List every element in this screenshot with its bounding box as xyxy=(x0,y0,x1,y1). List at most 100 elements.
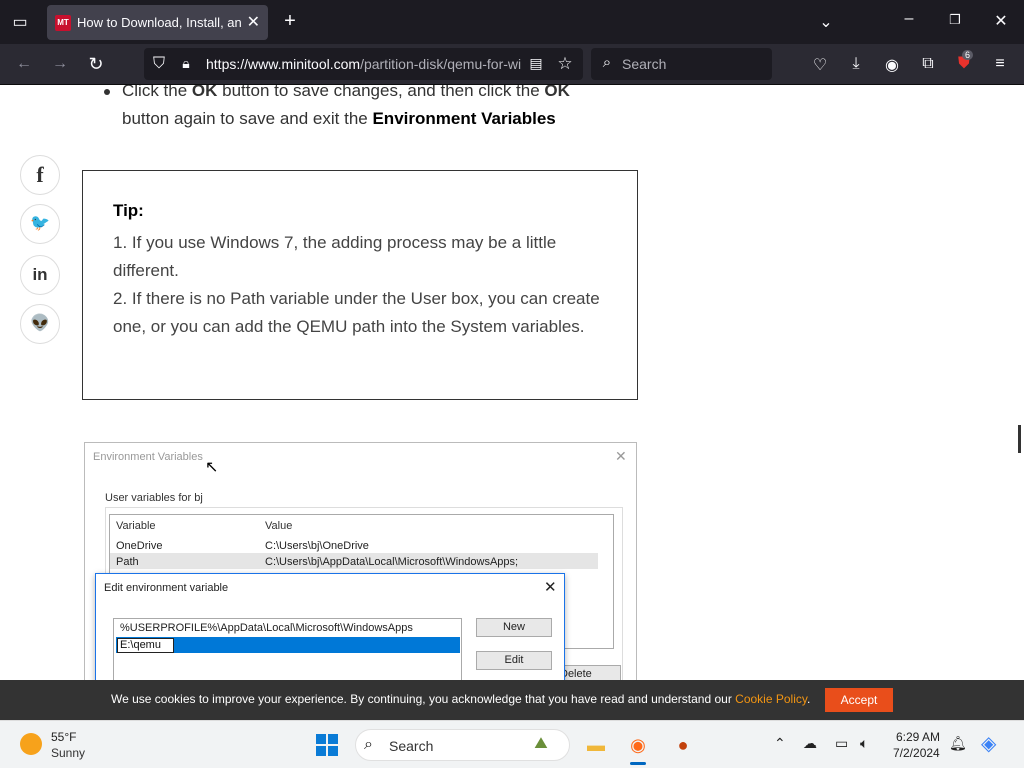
bullet-text-3: button again to save and exit the xyxy=(122,109,373,128)
url-path: /partition-disk/qemu-for-windows.html xyxy=(360,56,521,72)
taskbar-search-label: Search xyxy=(389,738,434,754)
edit-dialog-title: Edit environment variable xyxy=(104,582,229,594)
tip-line-2: 2. If there is no Path variable under th… xyxy=(113,289,600,336)
env-window-title: Environment Variables xyxy=(93,451,203,463)
table-row-value: C:\Users\bj\AppData\Local\Microsoft\Wind… xyxy=(265,556,519,568)
linkedin-icon: in xyxy=(32,265,48,284)
facebook-share-button[interactable]: f xyxy=(20,155,60,195)
accept-cookies-button[interactable]: Accept xyxy=(825,688,893,712)
bullet-ok-2: OK xyxy=(544,85,570,100)
active-app-indicator xyxy=(630,762,646,765)
bullet-ok-1: OK xyxy=(191,85,218,100)
minitool-favicon-icon: MT xyxy=(55,15,71,31)
menu-hamburger-icon[interactable]: ≡ xyxy=(990,55,1010,73)
cookie-text: We use cookies to improve your experienc… xyxy=(111,692,736,706)
twitter-share-button[interactable]: 🐦 xyxy=(20,204,60,244)
table-row-value: C:\Users\bj\OneDrive xyxy=(265,540,369,552)
tip-line-1: 1. If you use Windows 7, the adding proc… xyxy=(113,233,557,280)
user-variables-label: User variables for bj xyxy=(105,492,203,504)
clock-time[interactable]: 6:29 AM xyxy=(896,730,940,744)
path-entry: %USERPROFILE%\AppData\Local\Microsoft\Wi… xyxy=(120,622,413,634)
reload-icon[interactable]: ↻ xyxy=(86,54,106,75)
column-header-variable: Variable xyxy=(116,520,156,532)
reader-view-icon[interactable]: ▤ xyxy=(527,55,545,72)
new-button: New xyxy=(476,618,552,637)
cookie-banner: We use cookies to improve your experienc… xyxy=(0,680,1024,720)
tip-box: Tip: 1. If you use Windows 7, the adding… xyxy=(82,170,638,400)
pocket-icon[interactable]: ♡ xyxy=(810,55,830,75)
reddit-share-button[interactable]: 👽 xyxy=(20,304,60,344)
env-close-icon: ✕ xyxy=(615,448,627,464)
show-hidden-icons-icon[interactable]: ⌃ xyxy=(774,735,786,752)
search-bar[interactable]: ⌕ Search xyxy=(591,48,772,80)
bookmark-star-icon[interactable]: ☆ xyxy=(555,54,575,74)
edit-dialog-close-icon: ✕ xyxy=(544,579,557,596)
taskbar-search-icon: ⌕ xyxy=(364,736,373,753)
linkedin-share-button[interactable]: in xyxy=(20,255,60,295)
column-header-value: Value xyxy=(265,520,293,532)
list-all-tabs-icon[interactable]: ⌄ xyxy=(816,12,836,32)
edit-env-variable-dialog: Edit environment variable ✕ %USERPROFILE… xyxy=(95,573,565,680)
address-bar[interactable]: ⛉ 🔒︎ https://www.minitool.com/partition-… xyxy=(144,48,583,80)
path-entry-editing: E:\qemu xyxy=(117,638,174,653)
lock-icon[interactable]: 🔒︎ xyxy=(177,55,195,72)
network-icon[interactable]: ▭ xyxy=(835,735,848,752)
mouse-cursor-icon: ↖ xyxy=(205,459,219,476)
firefox-icon[interactable]: ◉ xyxy=(622,729,654,761)
cookie-message: We use cookies to improve your experienc… xyxy=(111,692,810,706)
windows-start-icon[interactable] xyxy=(311,729,343,761)
bullet-env-vars: Environment Variables xyxy=(372,109,556,128)
downloads-icon[interactable]: ⤓ xyxy=(846,55,866,73)
clock-date[interactable]: 7/2/2024 xyxy=(893,746,940,760)
table-row-variable: Path xyxy=(116,556,139,568)
bullet-dot xyxy=(104,89,110,95)
bullet-text-1: Click the xyxy=(122,85,192,100)
restore-icon[interactable]: ❐ xyxy=(945,12,965,28)
account-icon[interactable]: ◉ xyxy=(882,55,902,75)
tab-active[interactable]: MT How to Download, Install, and Use QEM… xyxy=(47,5,268,40)
tab-title: How to Download, Install, and Use QEMU xyxy=(77,15,242,30)
tip-title: Tip: xyxy=(113,201,144,220)
search-placeholder: Search xyxy=(622,56,667,72)
new-tab-icon[interactable]: + xyxy=(280,10,300,33)
onedrive-icon[interactable]: ☁ xyxy=(803,735,817,752)
tracking-protection-shield-icon[interactable]: ⛉ xyxy=(150,55,168,73)
taskbar: 55°F Sunny ⌕ Search ⛰ ▬ ◉ ● ⌃ ☁ ▭ 🔈︎ 6:2… xyxy=(0,720,1024,768)
notifications-bell-icon[interactable]: 🔔︎ xyxy=(949,735,967,752)
edit-button: Edit xyxy=(476,651,552,670)
scrollbar-thumb[interactable] xyxy=(1018,425,1021,453)
search-highlight-icon: ⛰ xyxy=(534,735,548,752)
copilot-icon[interactable]: ◈ xyxy=(981,731,996,756)
extensions-icon[interactable]: ⧉ xyxy=(918,55,938,73)
table-row-variable: OneDrive xyxy=(116,540,163,552)
page-content: Click the OK button to save changes, and… xyxy=(0,85,1024,680)
cookie-period: . xyxy=(806,692,811,706)
tab-list-icon[interactable]: ▭ xyxy=(10,12,30,32)
file-explorer-icon[interactable]: ▬ xyxy=(580,729,612,761)
weather-sun-icon[interactable] xyxy=(20,733,42,755)
tab-bar: ▭ MT How to Download, Install, and Use Q… xyxy=(0,0,1024,44)
delete-label: Delete xyxy=(563,668,592,680)
url-text[interactable]: https://www.minitool.com/partition-disk/… xyxy=(206,56,521,72)
path-entries-list: %USERPROFILE%\AppData\Local\Microsoft\Wi… xyxy=(113,618,462,680)
cookie-policy-link[interactable]: Cookie Policy xyxy=(735,692,807,706)
tab-close-icon[interactable]: ✕ xyxy=(247,12,260,32)
forward-icon[interactable]: → xyxy=(50,55,70,73)
bullet-text-2: button to save changes, and then click t… xyxy=(217,85,545,100)
twitter-icon: 🐦 xyxy=(30,215,50,232)
window-close-icon[interactable]: ✕ xyxy=(991,11,1011,31)
bullet-paragraph: Click the OK button to save changes, and… xyxy=(122,85,602,133)
app-icon[interactable]: ● xyxy=(667,729,699,761)
extension-badge: 6 xyxy=(962,50,974,60)
reddit-icon: 👽 xyxy=(30,315,50,332)
weather-condition[interactable]: Sunny xyxy=(51,746,85,760)
minimize-icon[interactable]: – xyxy=(899,10,919,28)
volume-icon[interactable]: 🔈︎ xyxy=(860,735,868,752)
weather-temperature[interactable]: 55°F xyxy=(51,730,76,744)
url-domain: https://www.minitool.com xyxy=(206,56,361,72)
facebook-icon: f xyxy=(36,162,44,187)
back-icon[interactable]: ← xyxy=(14,55,34,73)
taskbar-search[interactable]: ⌕ Search ⛰ xyxy=(355,729,570,761)
search-icon: ⌕ xyxy=(602,54,612,71)
delete-button: Delete xyxy=(563,665,621,680)
